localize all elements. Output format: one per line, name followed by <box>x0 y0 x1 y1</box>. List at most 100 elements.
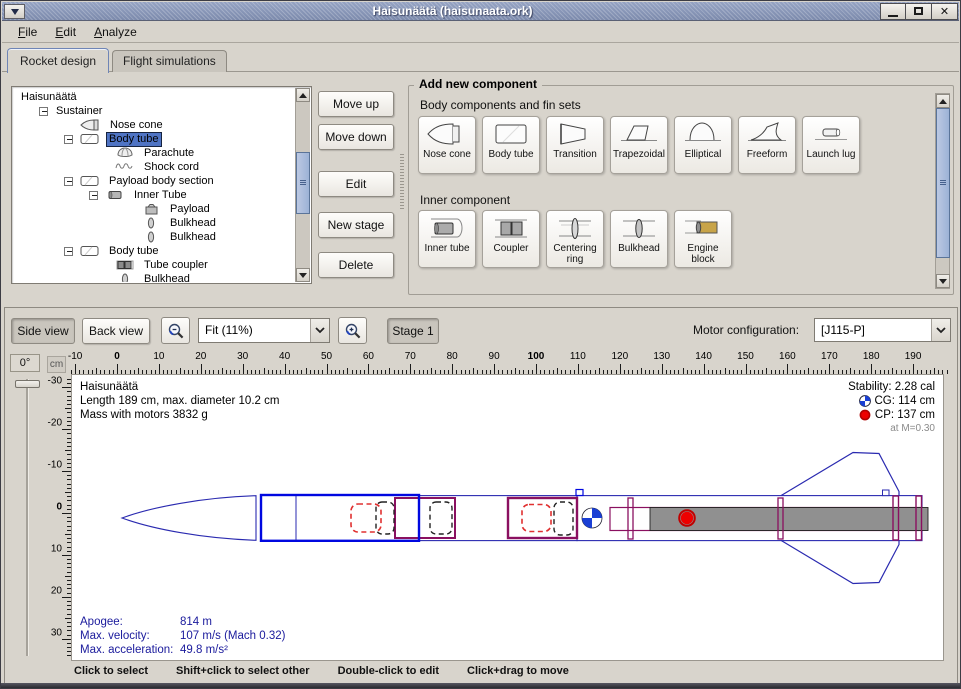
menu-file[interactable]: File <box>9 23 46 41</box>
add-freeform-button[interactable]: Freeform <box>738 116 796 174</box>
tab-flight-simulations[interactable]: Flight simulations <box>112 50 227 72</box>
ruler-tick <box>494 364 495 374</box>
tree-item-bulkhead[interactable]: Bulkhead <box>13 216 295 230</box>
scroll-up-icon[interactable] <box>936 94 950 108</box>
tree-item-body-tube[interactable]: Body tube <box>13 244 295 258</box>
scroll-up-icon[interactable] <box>296 88 310 102</box>
tree-item-haisun-t[interactable]: Haisunäätä <box>13 90 295 104</box>
coupler-icon <box>483 213 539 243</box>
component-button-label: Elliptical <box>675 149 731 160</box>
expander-icon[interactable] <box>89 191 98 200</box>
ruler-tick <box>746 364 747 374</box>
tree-item-bulkhead[interactable]: Bulkhead <box>13 230 295 244</box>
tree-item-label: Payload <box>168 203 212 216</box>
add-trapezoidal-button[interactable]: Trapezoidal <box>610 116 668 174</box>
tree-item-nose-cone[interactable]: Nose cone <box>13 118 295 132</box>
elliptical-fin-icon <box>675 119 731 149</box>
scroll-down-icon[interactable] <box>936 274 950 288</box>
add-bulkhead-button[interactable]: Bulkhead <box>610 210 668 268</box>
add-centering-ring-button[interactable]: Centering ring <box>546 210 604 268</box>
side-view-button[interactable]: Side view <box>11 318 75 344</box>
tree-item-parachute[interactable]: Parachute <box>13 146 295 160</box>
tab-rocket-design[interactable]: Rocket design <box>7 48 109 73</box>
body-tube-icon <box>79 245 101 257</box>
rotation-slider-track[interactable] <box>26 379 29 656</box>
scroll-down-icon[interactable] <box>296 268 310 282</box>
zoom-in-button[interactable] <box>338 317 367 344</box>
window-bottom-edge <box>1 683 960 688</box>
payload-icon <box>140 203 162 215</box>
menu-analyze[interactable]: Analyze <box>85 23 146 41</box>
menu-edit[interactable]: Edit <box>46 23 85 41</box>
stage-1-button[interactable]: Stage 1 <box>387 318 439 344</box>
tree-item-sustainer[interactable]: Sustainer <box>13 104 295 118</box>
move-down-button[interactable]: Move down <box>318 124 394 150</box>
tree-item-shock-cord[interactable]: Shock cord <box>13 160 295 174</box>
tree-item-inner-tube[interactable]: Inner Tube <box>13 188 295 202</box>
splitter-grip[interactable] <box>400 154 404 211</box>
minimize-button[interactable] <box>880 3 906 20</box>
close-button[interactable]: ✕ <box>932 3 958 20</box>
flight-info-label: Max. acceleration: <box>80 643 180 657</box>
motor-configuration-select[interactable]: [J115-P] <box>814 318 951 342</box>
move-up-button[interactable]: Move up <box>318 91 394 117</box>
add-coupler-button[interactable]: Coupler <box>482 210 540 268</box>
ruler-label: -30 <box>48 376 62 387</box>
zoom-out-button[interactable] <box>161 317 190 344</box>
delete-button[interactable]: Delete <box>318 252 394 278</box>
launch-lug-shape[interactable] <box>883 490 890 496</box>
add-launch-lug-button[interactable]: Launch lug <box>802 116 860 174</box>
ruler-label: 10 <box>51 543 62 554</box>
launch-lug-icon <box>803 119 859 149</box>
rotation-slider-handle[interactable] <box>15 380 40 388</box>
component-button-area: Body components and fin setsNose coneBod… <box>409 86 933 294</box>
tree-scrollbar[interactable] <box>295 88 310 282</box>
expander-icon[interactable] <box>64 247 73 256</box>
tree-item-payload[interactable]: Payload <box>13 202 295 216</box>
tree-item-payload-body-section[interactable]: Payload body section <box>13 174 295 188</box>
engine-block-icon <box>675 213 731 243</box>
add-nose-cone-button[interactable]: Nose cone <box>418 116 476 174</box>
body-tube-icon <box>79 133 101 145</box>
titlebar[interactable]: Haisunäätä (haisunaata.ork) ✕ <box>2 2 959 21</box>
ruler-label: 90 <box>489 351 500 362</box>
add-elliptical-button[interactable]: Elliptical <box>674 116 732 174</box>
add-transition-button[interactable]: Transition <box>546 116 604 174</box>
tree-item-label: Shock cord <box>142 161 201 174</box>
tree-scrollbar-thumb[interactable] <box>296 152 310 214</box>
ruler-label: -10 <box>48 460 62 471</box>
tube-coupler-icon <box>114 259 136 271</box>
fin-shape[interactable] <box>781 453 899 496</box>
component-scrollbar-thumb[interactable] <box>936 108 950 258</box>
ruler-tick <box>787 364 788 374</box>
add-engine-block-button[interactable]: Engine block <box>674 210 732 268</box>
back-view-button[interactable]: Back view <box>82 318 150 344</box>
ruler-tick <box>536 364 537 374</box>
ruler-label: 80 <box>447 351 458 362</box>
expander-icon[interactable] <box>39 107 48 116</box>
tree-item-label: Haisunäätä <box>19 91 79 104</box>
tree-item-bulkhead[interactable]: Bulkhead <box>13 272 295 282</box>
add-inner-tube-button[interactable]: Inner tube <box>418 210 476 268</box>
tree-item-body-tube[interactable]: Body tube <box>13 132 295 146</box>
window-menu-icon[interactable] <box>4 4 25 19</box>
zoom-select[interactable]: Fit (11%) <box>198 318 330 343</box>
rocket-canvas[interactable]: HaisunäätäLength 189 cm, max. diameter 1… <box>71 374 944 661</box>
rocket-info-line: Length 189 cm, max. diameter 10.2 cm <box>80 394 279 408</box>
ruler-tick <box>62 471 71 472</box>
new-stage-button[interactable]: New stage <box>318 212 394 238</box>
expander-icon[interactable] <box>64 177 73 186</box>
nose-cone-shape[interactable] <box>122 496 256 541</box>
launch-lug-shape[interactable] <box>576 490 583 496</box>
edit-button[interactable]: Edit <box>318 171 394 197</box>
maximize-button[interactable] <box>906 3 932 20</box>
add-body-tube-button[interactable]: Body tube <box>482 116 540 174</box>
component-button-label: Transition <box>547 149 603 160</box>
component-scrollbar[interactable] <box>935 93 950 289</box>
expander-icon[interactable] <box>64 135 73 144</box>
ruler-label: 120 <box>611 351 628 362</box>
bulkhead-icon <box>611 213 667 243</box>
zoom-value: Fit (11%) <box>199 319 310 342</box>
fin-shape[interactable] <box>781 540 899 583</box>
tree-item-tube-coupler[interactable]: Tube coupler <box>13 258 295 272</box>
